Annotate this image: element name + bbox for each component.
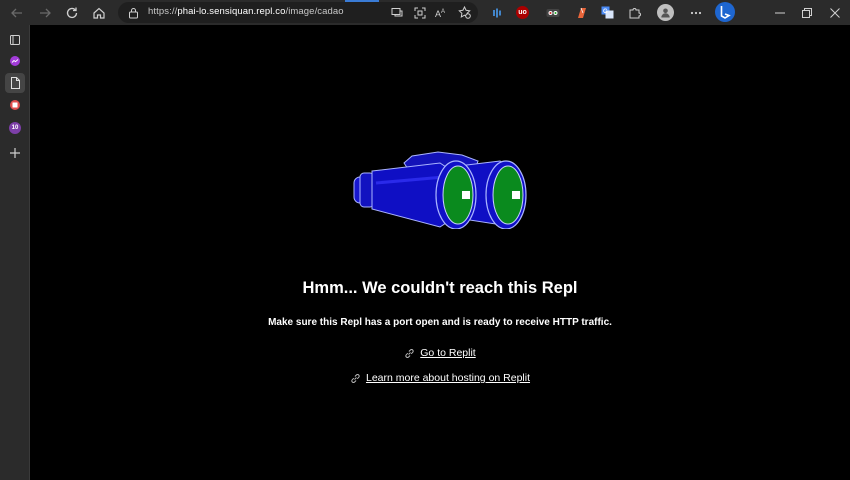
address-bar[interactable]: https://phai-lo.sensiquan.repl.co/image/… (118, 2, 478, 23)
go-to-replit-row: Go to Replit (30, 347, 850, 359)
plus-icon (10, 148, 20, 158)
add-favorite-icon[interactable] (457, 5, 472, 20)
home-button[interactable] (88, 2, 110, 23)
minimize-button[interactable] (771, 4, 788, 21)
document-icon (10, 77, 20, 89)
more-menu-icon[interactable] (687, 4, 704, 21)
sidebar-item-badge-app[interactable]: 10 (5, 118, 25, 138)
link-icon (405, 348, 414, 358)
tab-actions-icon (10, 35, 20, 45)
refresh-button[interactable] (61, 2, 83, 23)
app-available-icon[interactable] (389, 5, 404, 20)
sidebar-badge-count: 10 (11, 125, 19, 131)
url-prefix: https:// (148, 6, 178, 17)
svg-text:G: G (603, 9, 608, 15)
screenshot-icon[interactable] (412, 5, 427, 20)
link-icon (351, 373, 360, 383)
ublock-label: uo (518, 9, 527, 16)
learn-more-hosting-link[interactable]: Learn more about hosting on Replit (366, 372, 530, 384)
error-title: Hmm... We couldn't reach this Repl (302, 279, 578, 297)
forward-button[interactable] (34, 2, 56, 23)
back-arrow-icon (11, 8, 22, 17)
browser-toolbar: https://phai-lo.sensiquan.repl.co/image/… (0, 0, 850, 25)
home-icon (93, 7, 105, 19)
restore-button[interactable] (798, 4, 815, 21)
refresh-icon (66, 7, 78, 18)
translate-extension-icon[interactable]: G (599, 4, 616, 21)
sidebar-item-document[interactable] (5, 73, 25, 93)
url-domain: phai-lo.sensiquan.repl.co (177, 6, 286, 17)
learn-hosting-row: Learn more about hosting on Replit (30, 372, 850, 384)
read-aloud-icon[interactable]: AA (434, 5, 449, 20)
sound-extension-icon[interactable] (488, 4, 505, 21)
page-content: Hmm... We couldn't reach this Repl Make … (30, 25, 850, 480)
badge-app-icon: 10 (9, 122, 21, 134)
office-extension-icon[interactable] (573, 4, 590, 21)
tampermonkey-extension-icon[interactable] (544, 4, 561, 21)
browser-sidebar: 10 (0, 25, 30, 480)
error-subtitle: Make sure this Repl has a port open and … (268, 317, 612, 328)
go-to-replit-link[interactable]: Go to Replit (420, 347, 475, 359)
ublock-extension-icon[interactable]: uo (516, 6, 529, 19)
extensions-puzzle-icon[interactable] (626, 4, 643, 21)
sidebar-item-messenger[interactable] (5, 51, 25, 71)
app-icon (10, 100, 20, 110)
lock-icon[interactable] (126, 5, 141, 20)
url-path: /image/cadao (285, 6, 344, 17)
url-text[interactable]: https://phai-lo.sensiquan.repl.co/image/… (148, 6, 344, 17)
sidebar-add-button[interactable] (5, 143, 25, 163)
sidebar-item-app[interactable] (5, 95, 25, 115)
profile-avatar-icon[interactable] (657, 4, 674, 21)
forward-arrow-icon (40, 8, 51, 17)
svg-text:A: A (441, 9, 445, 15)
back-button[interactable] (6, 2, 28, 23)
binoculars-icon (353, 151, 527, 229)
messenger-icon (10, 56, 20, 66)
sidebar-tabs-button[interactable] (5, 30, 25, 50)
close-window-button[interactable] (826, 4, 843, 21)
bing-chat-icon[interactable] (715, 2, 735, 22)
